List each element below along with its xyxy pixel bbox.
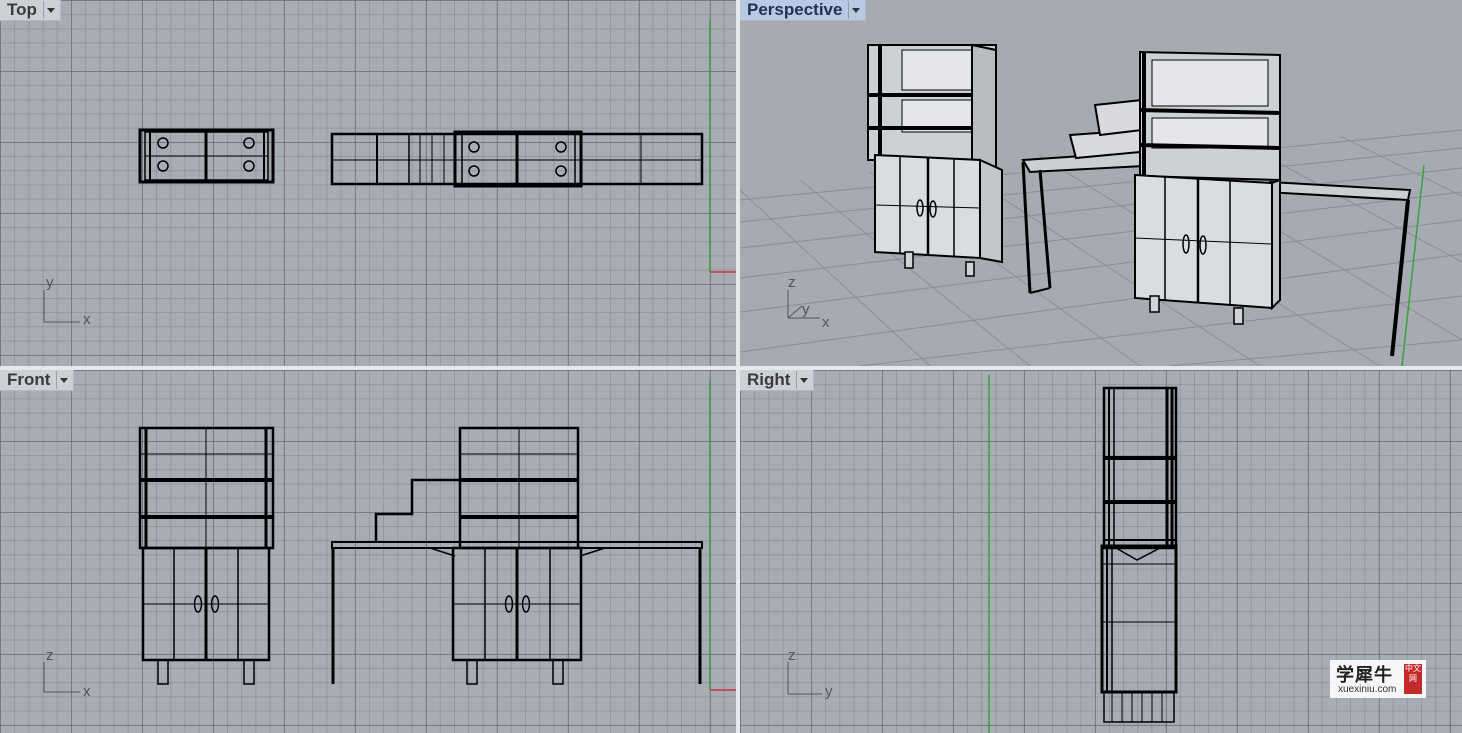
viewport-title-front[interactable]: Front: [0, 370, 75, 391]
viewport-top[interactable]: Top y x: [0, 0, 736, 366]
axis-label-y: y: [46, 274, 54, 291]
top-view-geometry: y x: [43, 20, 736, 328]
viewport-front[interactable]: Front z x: [0, 370, 736, 733]
axis-triad: z y: [787, 647, 833, 700]
viewport-label: Top: [7, 0, 37, 19]
cabinet-left-top: [138, 128, 275, 184]
axis-label-y: y: [802, 301, 810, 318]
watermark-seal: 中文网: [1404, 664, 1422, 694]
viewport-splitter-horizontal[interactable]: [0, 366, 1462, 370]
chevron-down-icon[interactable]: [42, 1, 58, 19]
bookcase-right-3d: [1134, 50, 1281, 325]
axis-label-x: x: [83, 311, 91, 328]
axis-label-z: z: [788, 274, 796, 291]
axis-label-x: x: [83, 683, 91, 700]
desk-assembly-top: [330, 130, 704, 188]
furniture-side-profile: [1100, 386, 1178, 723]
bookcase-left-front: [138, 426, 275, 685]
viewport-label: Right: [747, 370, 791, 389]
axis-triad: z y x: [787, 274, 830, 331]
watermark-logo: 学犀牛 xuexiniu.com 中文网: [1330, 660, 1426, 698]
viewport-title-right[interactable]: Right: [740, 370, 815, 391]
chevron-down-icon[interactable]: [848, 1, 863, 19]
chevron-down-icon[interactable]: [56, 371, 71, 389]
viewport-label: Perspective: [747, 0, 843, 19]
axis-label-z: z: [46, 647, 54, 664]
viewport-label: Front: [7, 370, 51, 389]
desk-front: [331, 426, 703, 685]
viewport-title-top[interactable]: Top: [0, 0, 61, 21]
axis-label-y: y: [825, 683, 833, 700]
axis-label-x: x: [822, 314, 830, 331]
chevron-down-icon[interactable]: [796, 371, 811, 389]
axis-triad: z x: [43, 647, 91, 700]
axis-triad: y x: [43, 274, 91, 328]
front-view-geometry: z x: [43, 380, 736, 700]
watermark-url: xuexiniu.com: [1338, 684, 1397, 695]
viewport-title-perspective[interactable]: Perspective: [740, 0, 867, 21]
viewport-perspective[interactable]: Perspective z y x: [740, 0, 1462, 366]
bookcase-left-3d: [867, 43, 1003, 277]
perspective-view-geometry: z y x: [740, 43, 1462, 366]
axis-label-z: z: [788, 647, 796, 664]
